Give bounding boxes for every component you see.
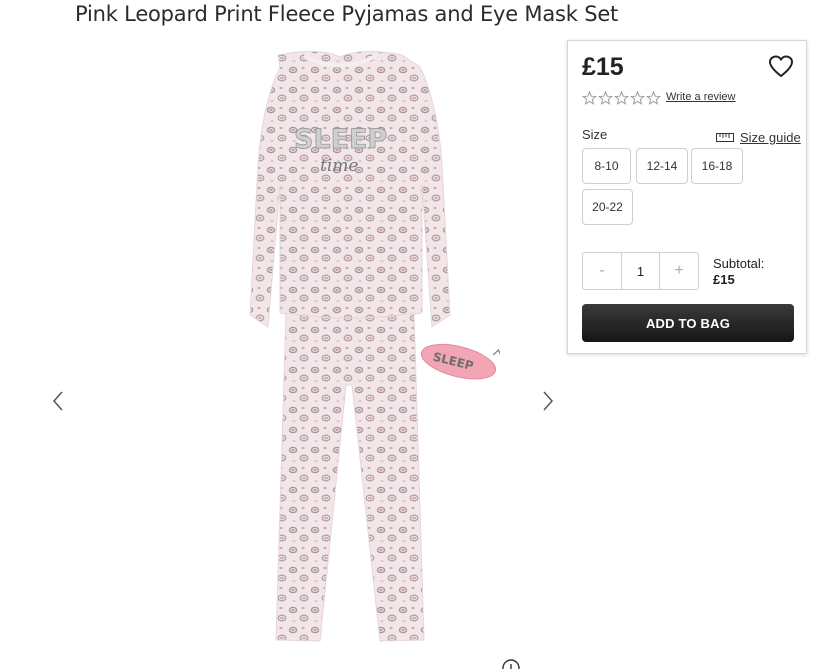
quantity-increase-button[interactable]: +: [660, 253, 698, 289]
gallery-prev-button[interactable]: [48, 386, 68, 416]
size-option[interactable]: 12-14: [636, 148, 688, 184]
pyjama-top: SLEEP time: [249, 50, 451, 328]
star-icon: [582, 91, 597, 105]
top-graphic-script: time: [320, 156, 358, 176]
pyjama-bottoms: [275, 312, 425, 642]
gallery-next-button[interactable]: [538, 386, 558, 416]
write-review-link[interactable]: Write a review: [666, 91, 735, 103]
zoom-icon[interactable]: [502, 658, 520, 669]
quantity-input[interactable]: 1: [621, 253, 660, 289]
price: £15: [582, 53, 624, 81]
size-guide-label: Size guide: [740, 130, 801, 145]
size-option[interactable]: 16-18: [691, 148, 743, 184]
top-graphic-text: SLEEP: [294, 124, 387, 155]
star-icon: [646, 91, 661, 105]
size-option[interactable]: 8-10: [582, 148, 631, 184]
product-image[interactable]: SLEEP time SLEEP: [200, 45, 500, 650]
subtotal-value: £15: [713, 272, 735, 287]
star-icon: [630, 91, 645, 105]
add-to-bag-button[interactable]: ADD TO BAG: [582, 304, 794, 342]
subtotal-label: Subtotal:: [713, 256, 765, 271]
quantity-decrease-button[interactable]: -: [583, 253, 621, 289]
chevron-right-icon: [543, 391, 554, 411]
size-label: Size: [582, 127, 608, 142]
size-option[interactable]: 20-22: [582, 189, 633, 225]
heart-icon[interactable]: [768, 55, 794, 79]
chevron-left-icon: [52, 391, 63, 411]
star-icon: [614, 91, 629, 105]
rating-stars: [582, 91, 661, 105]
star-icon: [598, 91, 613, 105]
purchase-panel: £15 Write a review Size Size guide 8-10 …: [567, 40, 807, 354]
ruler-icon: [716, 133, 734, 142]
eye-mask: SLEEP: [420, 343, 500, 380]
size-guide-link[interactable]: Size guide: [716, 130, 801, 145]
quantity-stepper: - 1 +: [582, 252, 699, 290]
product-title: Pink Leopard Print Fleece Pyjamas and Ey…: [75, 2, 619, 26]
product-gallery: SLEEP time SLEEP: [40, 40, 570, 669]
